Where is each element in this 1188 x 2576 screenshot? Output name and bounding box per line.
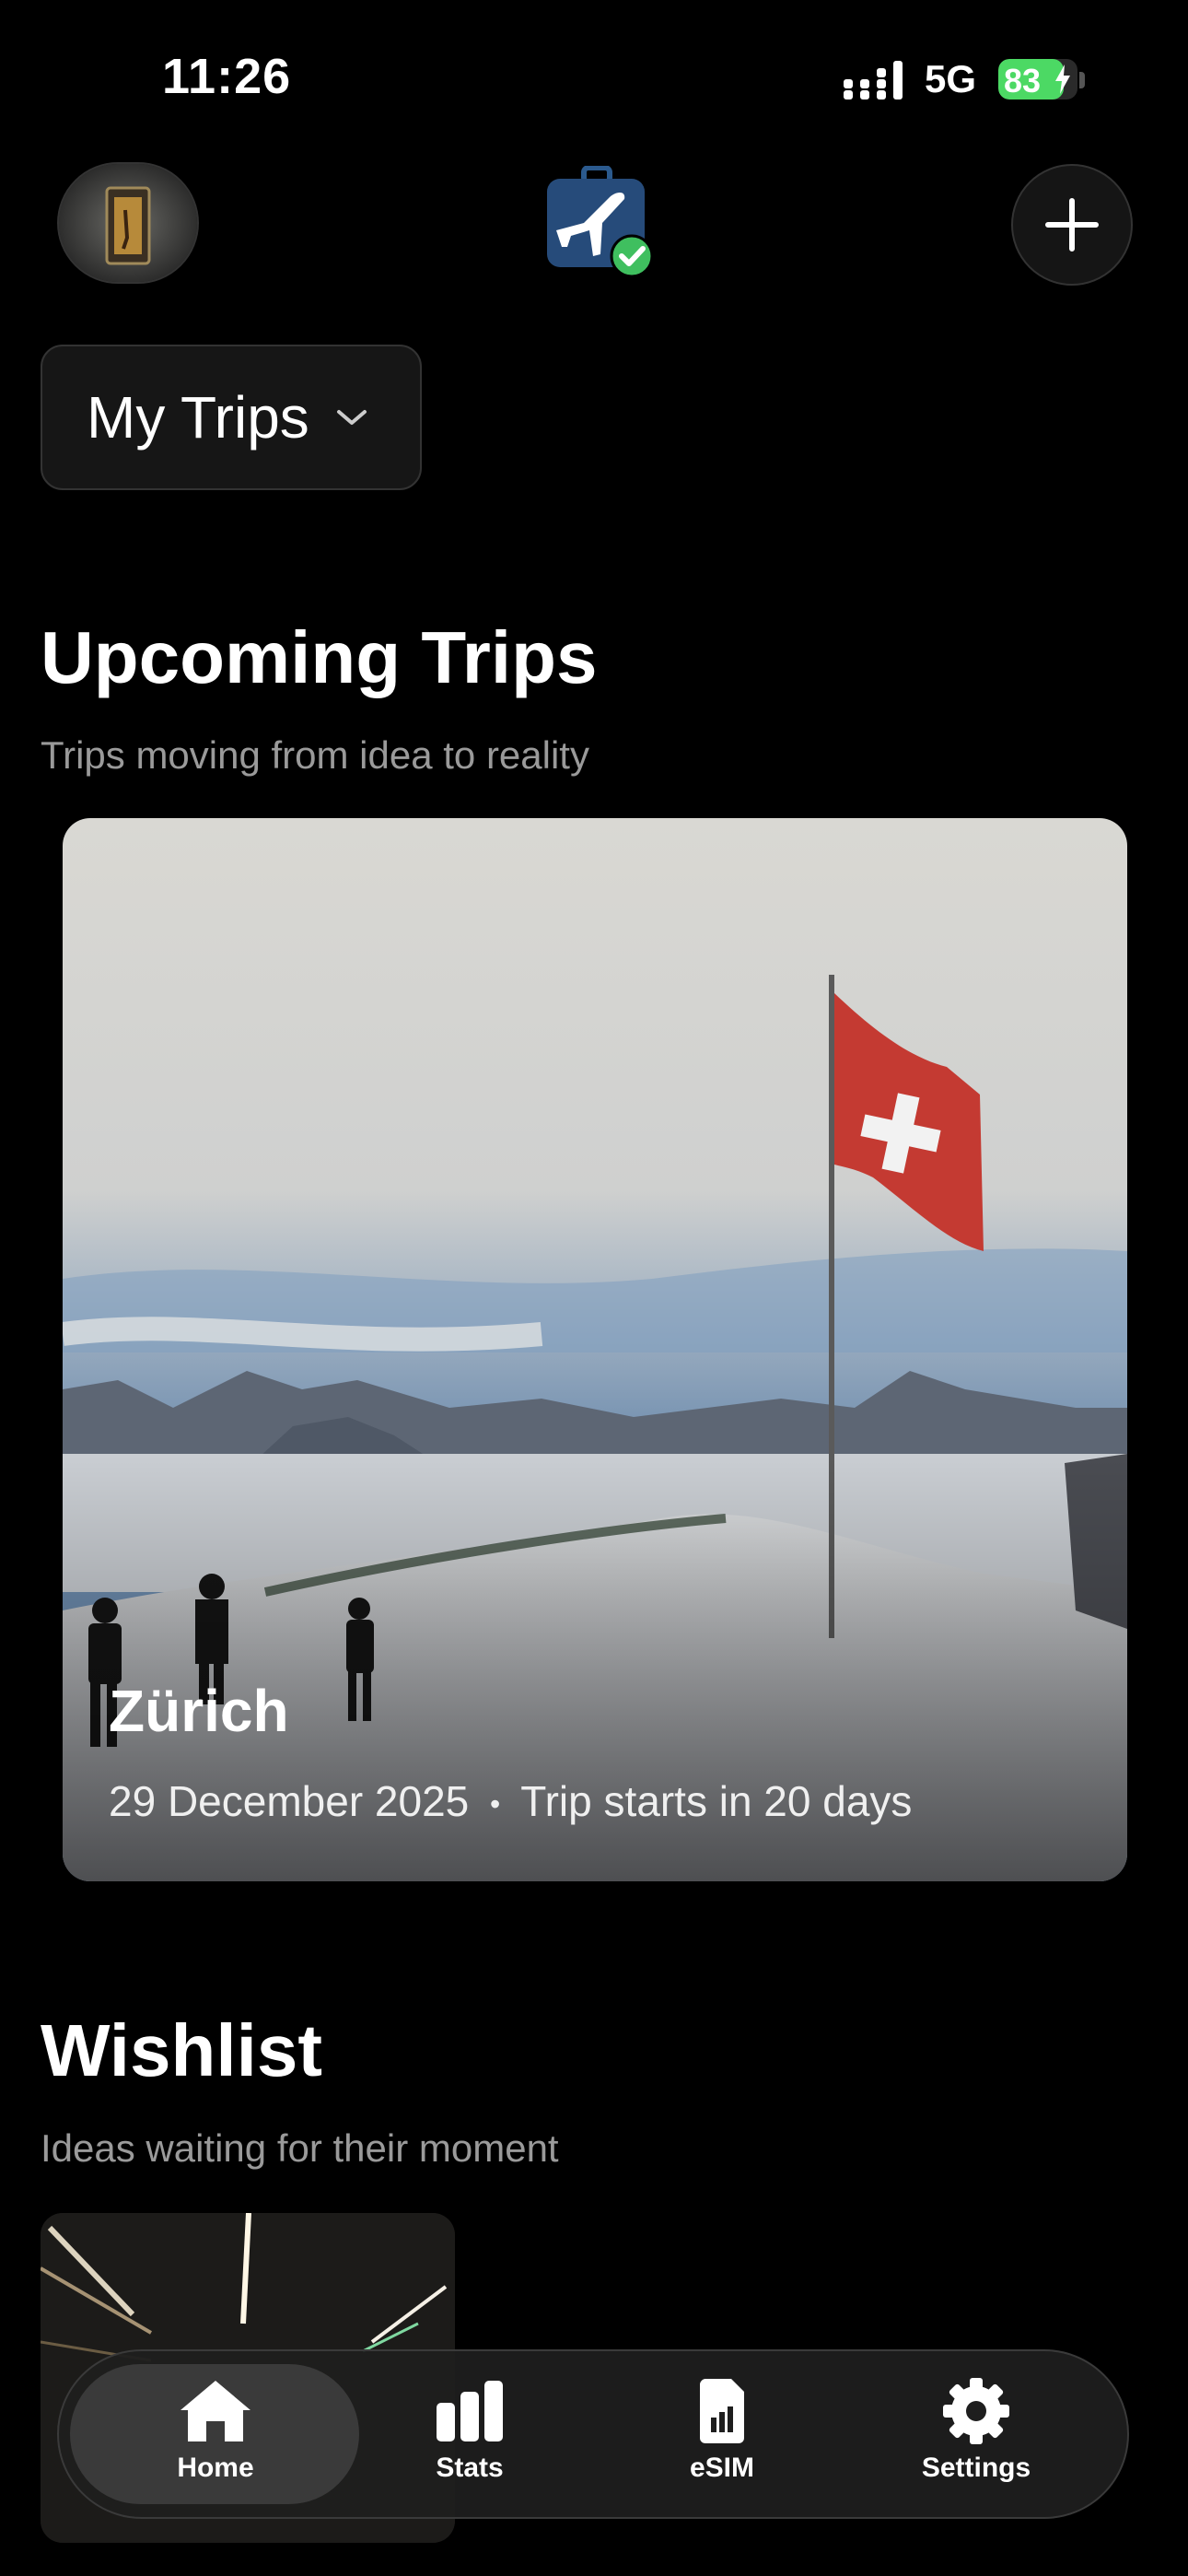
avatar[interactable] bbox=[57, 162, 199, 284]
wishlist-title: Wishlist bbox=[41, 2009, 322, 2091]
door-photo-avatar bbox=[59, 164, 197, 282]
tab-settings-label: Settings bbox=[921, 2453, 1031, 2483]
tab-esim-label: eSIM bbox=[689, 2453, 755, 2483]
suitcase-plane-check-icon bbox=[547, 166, 654, 276]
sim-card-icon bbox=[700, 2379, 744, 2443]
trip-card[interactable]: Zürich 29 December 2025 • Trip starts in… bbox=[63, 818, 1127, 1881]
add-trip-button[interactable] bbox=[1011, 164, 1133, 286]
trip-meta: 29 December 2025 • Trip starts in 20 day… bbox=[109, 1776, 912, 1826]
status-time: 11:26 bbox=[162, 49, 292, 104]
tab-stats[interactable]: Stats bbox=[378, 2377, 562, 2497]
bar-chart-icon bbox=[437, 2381, 503, 2441]
trip-countdown: Trip starts in 20 days bbox=[520, 1777, 913, 1825]
signal-strength-icon bbox=[844, 61, 903, 100]
chevron-down-icon bbox=[336, 410, 367, 425]
tab-settings[interactable]: Settings bbox=[884, 2377, 1068, 2497]
trip-city: Zürich bbox=[109, 1678, 289, 1744]
plus-icon bbox=[1045, 198, 1099, 252]
gear-icon bbox=[943, 2378, 1009, 2444]
home-icon bbox=[181, 2381, 250, 2441]
trips-selector-label: My Trips bbox=[87, 384, 309, 451]
network-type: 5G bbox=[925, 57, 977, 100]
tab-home[interactable]: Home bbox=[123, 2377, 308, 2497]
tab-bar: Home Stats eSIM Settings bbox=[57, 2349, 1129, 2519]
tab-esim[interactable]: eSIM bbox=[630, 2377, 814, 2497]
trip-meta-separator: • bbox=[490, 1787, 501, 1821]
upcoming-trips-subtitle: Trips moving from idea to reality bbox=[41, 733, 589, 777]
battery-percent: 83 bbox=[1004, 62, 1042, 100]
trips-selector[interactable]: My Trips bbox=[41, 345, 422, 490]
tab-home-label: Home bbox=[177, 2453, 254, 2483]
wishlist-subtitle: Ideas waiting for their moment bbox=[41, 2126, 559, 2170]
charging-bolt-icon bbox=[1055, 64, 1070, 94]
trip-date: 29 December 2025 bbox=[109, 1777, 470, 1825]
battery-indicator: 83 bbox=[998, 59, 1077, 100]
upcoming-trips-title: Upcoming Trips bbox=[41, 616, 598, 698]
battery-nub bbox=[1079, 72, 1085, 88]
tab-stats-label: Stats bbox=[436, 2453, 504, 2483]
